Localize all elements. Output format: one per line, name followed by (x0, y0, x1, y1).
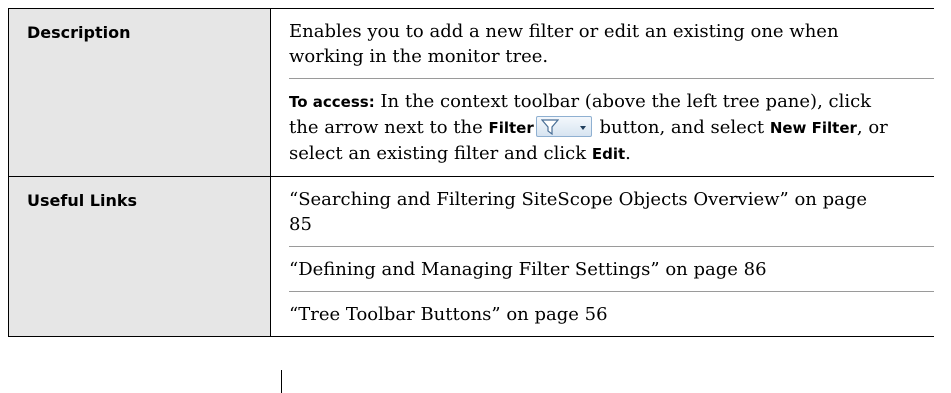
reference-table: Description Enables you to add a new fil… (8, 8, 934, 337)
link-searching-filtering[interactable]: “Searching and Filtering SiteScope Objec… (289, 177, 934, 246)
filter-button-image (535, 116, 592, 137)
row-label-description: Description (8, 8, 271, 177)
funnel-icon (540, 119, 559, 135)
link-defining-managing[interactable]: “Defining and Managing Filter Settings” … (289, 246, 934, 291)
access-paragraph: To access: In the context toolbar (above… (289, 78, 934, 176)
access-prefix: To access: (289, 93, 375, 111)
description-cell: Enables you to add a new filter or edit … (270, 8, 934, 177)
table-row: Useful Links “Searching and Filtering Si… (8, 176, 934, 337)
continuation-line (281, 370, 282, 393)
new-filter-label: New Filter (769, 119, 857, 137)
link-tree-toolbar[interactable]: “Tree Toolbar Buttons” on page 56 (289, 291, 934, 336)
filter-label: Filter (488, 119, 534, 137)
row-label-useful-links: Useful Links (8, 176, 271, 337)
description-paragraph: Enables you to add a new filter or edit … (289, 21, 839, 67)
access-text-2: button, and select (593, 117, 770, 138)
edit-label: Edit (591, 145, 626, 163)
table-row: Description Enables you to add a new fil… (8, 8, 934, 177)
links-cell: “Searching and Filtering SiteScope Objec… (270, 176, 934, 337)
access-text-4: . (625, 143, 631, 164)
chevron-down-icon (579, 126, 586, 130)
